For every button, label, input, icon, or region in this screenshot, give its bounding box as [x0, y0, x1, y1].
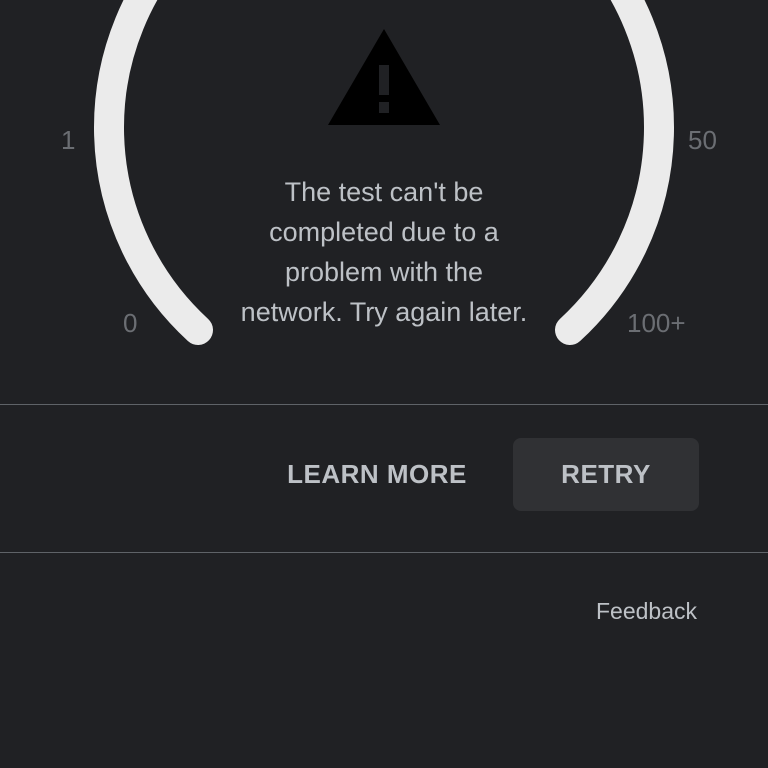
retry-button[interactable]: RETRY [513, 438, 699, 511]
error-message-line: completed due to a [269, 217, 499, 247]
feedback-link[interactable]: Feedback [560, 598, 697, 625]
gauge-label-1: 1 [61, 125, 76, 155]
error-message: The test can't be completed due to a pro… [204, 172, 564, 332]
gauge-label-50: 50 [688, 125, 717, 155]
warning-icon [328, 29, 440, 125]
error-message-line: network. Try again later. [240, 297, 528, 327]
divider-bottom [0, 552, 768, 553]
divider-top [0, 404, 768, 405]
gauge-label-0: 0 [123, 308, 138, 338]
gauge-label-100-plus: 100+ [627, 308, 686, 338]
speed-test-screen: 1 50 0 100+ The test can't be completed … [0, 0, 768, 768]
learn-more-button[interactable]: LEARN MORE [270, 438, 484, 511]
error-message-line: problem with the [284, 257, 484, 287]
error-message-line: The test can't be [284, 177, 484, 207]
